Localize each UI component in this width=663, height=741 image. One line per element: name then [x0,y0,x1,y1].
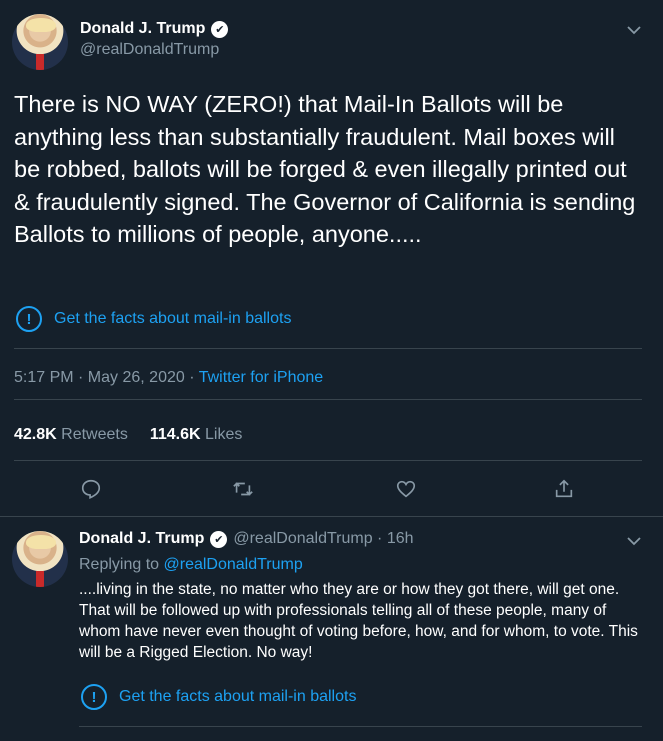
likes-label: Likes [205,426,243,443]
tweet-stats: 42.8K Retweets 114.6K Likes [14,426,242,444]
likes-stat[interactable]: 114.6K Likes [150,426,243,444]
avatar[interactable] [12,14,68,70]
retweets-count: 42.8K [14,426,57,443]
share-icon[interactable] [551,476,577,502]
reply-handle-time[interactable]: @realDonaldTrump · 16h [233,530,413,548]
info-icon: ! [16,306,42,332]
verified-icon: ✔ [210,530,228,548]
facts-link-label[interactable]: Get the facts about mail-in ballots [54,310,291,328]
action-bar [0,476,663,502]
timestamp[interactable]: 5:17 PM · May 26, 2020 · [14,369,199,386]
author-handle[interactable]: @realDonaldTrump [80,41,228,59]
chevron-down-icon[interactable] [627,533,641,549]
verified-icon: ✔ [211,20,229,38]
replying-handle-link[interactable]: @realDonaldTrump [164,556,303,573]
facts-link[interactable]: ! Get the facts about mail-in ballots [16,306,291,332]
reply-author-name[interactable]: Donald J. Trump [79,530,204,548]
divider [14,348,642,349]
source-link[interactable]: Twitter for iPhone [199,369,324,386]
reply-header: Donald J. Trump ✔ @realDonaldTrump · 16h [79,530,414,548]
divider [14,399,642,400]
tweet-meta: 5:17 PM · May 26, 2020 · Twitter for iPh… [14,369,323,387]
divider [14,460,642,461]
replying-prefix: Replying to [79,556,164,573]
tweet-text: There is NO WAY (ZERO!) that Mail-In Bal… [14,91,636,247]
retweets-label: Retweets [61,426,128,443]
avatar[interactable] [12,531,68,587]
reply-text: ....living in the state, no matter who t… [79,581,638,661]
chevron-down-icon[interactable] [627,22,641,38]
reply-icon[interactable] [78,476,104,502]
retweet-icon[interactable] [230,476,256,502]
reply-tweet[interactable]: Donald J. Trump ✔ @realDonaldTrump · 16h… [0,516,663,741]
author-name[interactable]: Donald J. Trump [80,20,205,38]
info-icon: ! [81,684,107,710]
author-block: Donald J. Trump ✔ @realDonaldTrump [80,20,229,59]
facts-link[interactable]: ! Get the facts about mail-in ballots [81,684,356,710]
replying-to: Replying to @realDonaldTrump [79,556,303,574]
likes-count: 114.6K [149,426,201,443]
retweets-stat[interactable]: 42.8K Retweets [14,426,128,444]
like-icon[interactable] [393,476,419,502]
facts-link-label[interactable]: Get the facts about mail-in ballots [119,688,356,706]
divider [79,726,642,727]
